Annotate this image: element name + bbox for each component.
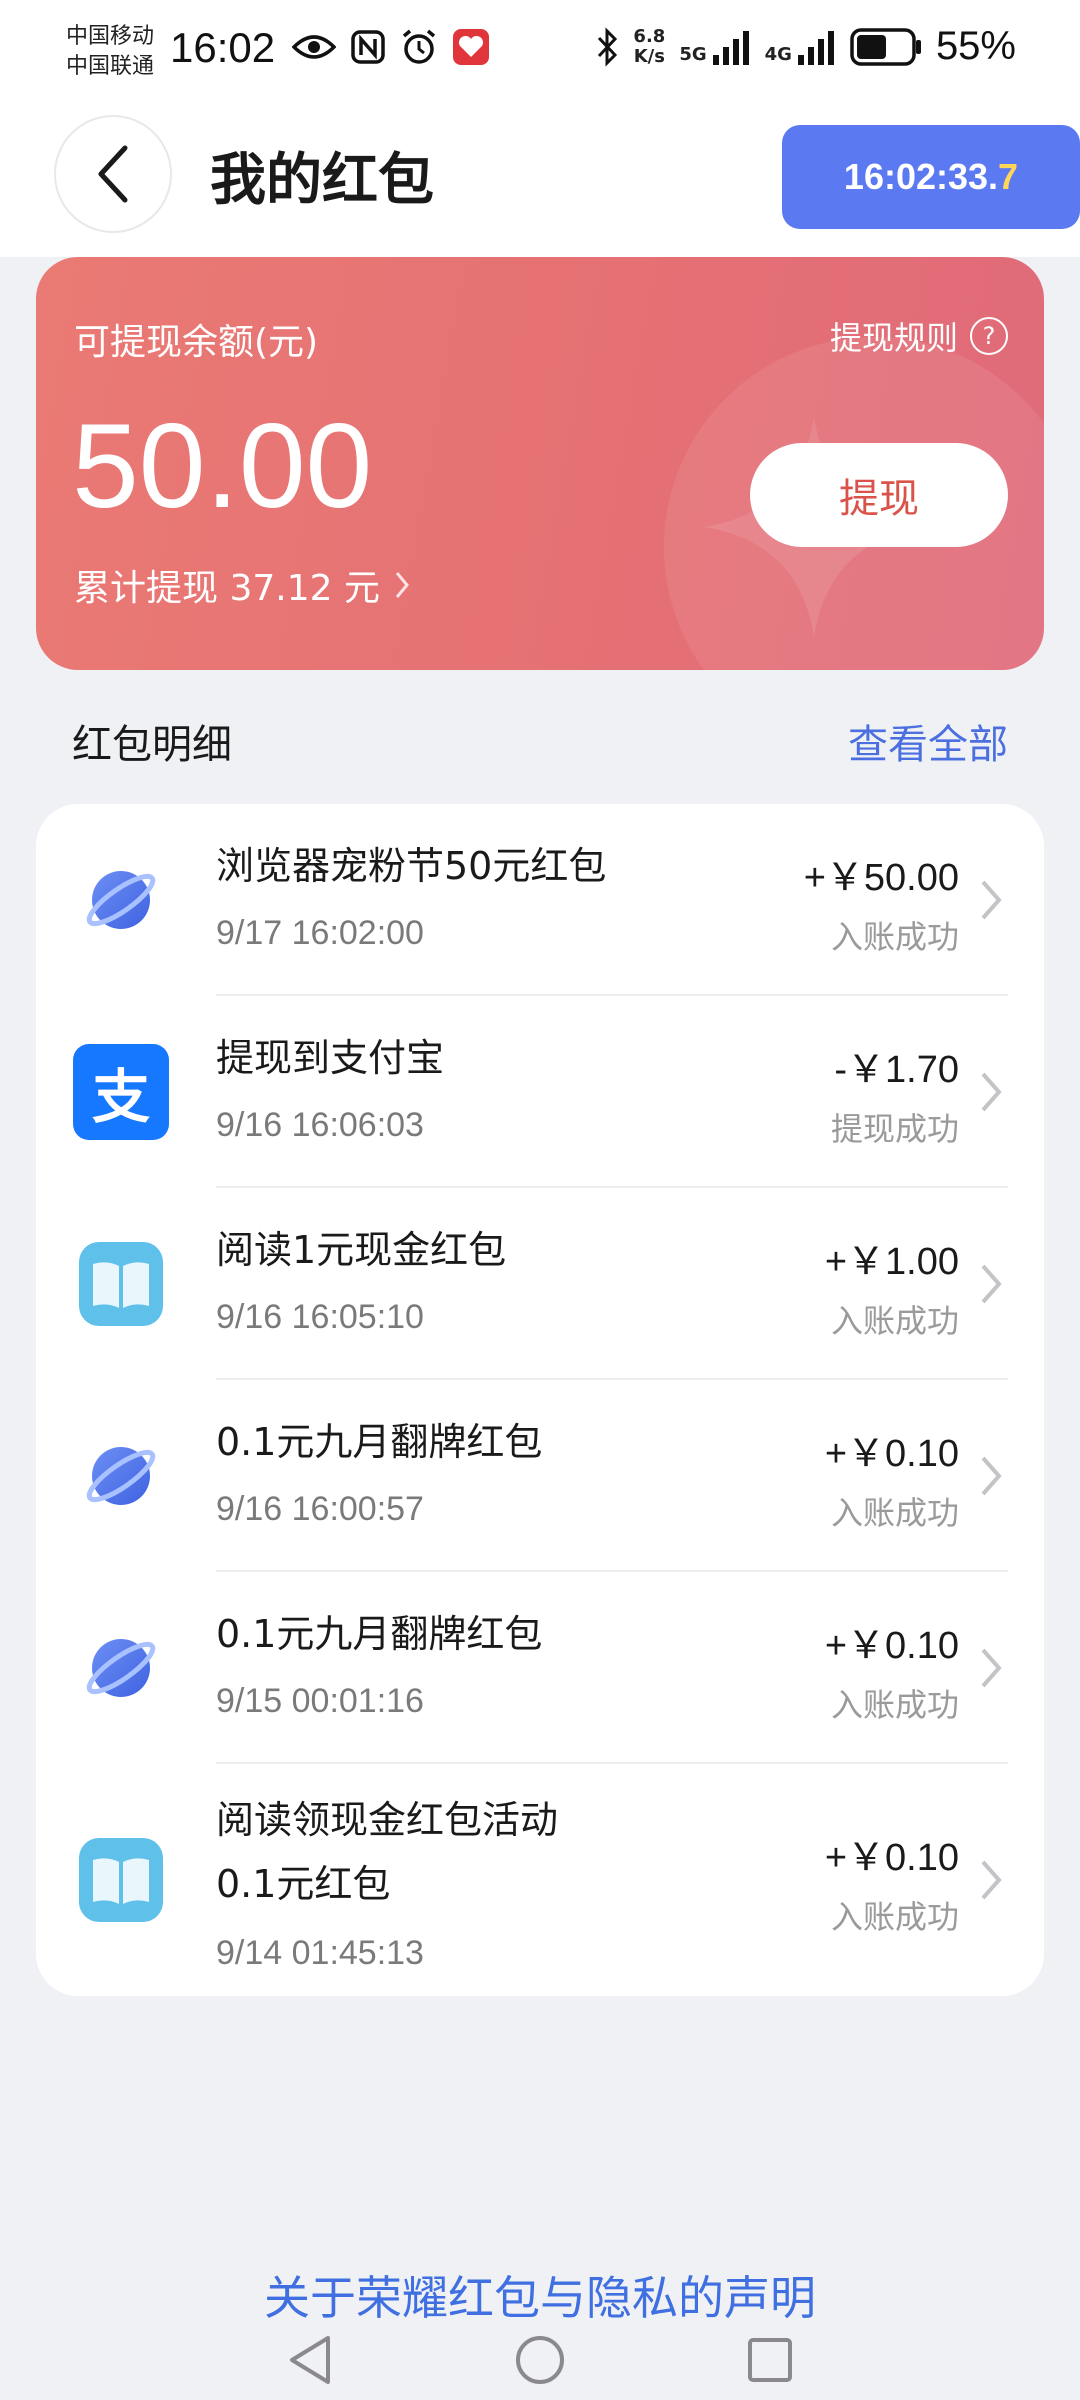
withdraw-button[interactable]: 提现 (750, 443, 1008, 547)
book-icon (72, 1235, 170, 1333)
signal-5g: 5G (679, 29, 750, 65)
item-amount: +￥0.10 (824, 1837, 959, 1879)
balance-card: 可提现余额(元) 提现规则 ? 50.00 累计提现 37.12 元 提现 (36, 257, 1044, 670)
alipay-icon: 支 (72, 1043, 170, 1141)
circle-home-icon (516, 2336, 564, 2384)
item-title-line-1: 阅读领现金红包活动 (216, 1798, 559, 1842)
balance-label: 可提现余额(元) (74, 322, 319, 363)
list-item[interactable]: 浏览器宠粉节50元红包 9/17 16:02:00 +￥50.00 入账成功 (36, 804, 1044, 996)
carrier-1: 中国移动 (66, 24, 155, 49)
item-amount: -￥1.70 (834, 1049, 959, 1091)
item-amount: +￥0.10 (824, 1433, 959, 1475)
net-speed: 6.8 K/s (633, 25, 666, 67)
status-time: 16:02 (170, 24, 276, 71)
item-amount: +￥50.00 (803, 857, 959, 899)
chevron-right-icon (981, 880, 1002, 920)
app-notification-icon (453, 29, 489, 65)
alipay-icon-glyph: 支 (73, 1044, 169, 1140)
item-status: 提现成功 (830, 1110, 959, 1148)
back-button[interactable] (54, 115, 172, 233)
page-title: 我的红包 (210, 148, 434, 213)
signal-bars-icon (712, 30, 749, 65)
item-title: 阅读1元现金红包 (216, 1228, 507, 1272)
chevron-right-icon (981, 1072, 1002, 1112)
item-date: 9/15 00:01:16 (216, 1682, 424, 1720)
view-all-link[interactable]: 查看全部 (848, 712, 1008, 770)
nav-home-button[interactable] (510, 2330, 570, 2390)
time-badge: 16:02:33. 7 (782, 125, 1080, 229)
chevron-right-icon (981, 1860, 1002, 1900)
rules-label: 提现规则 (829, 319, 958, 357)
item-date: 9/16 16:05:10 (216, 1298, 424, 1336)
total-withdrawn-link[interactable]: 累计提现 37.12 元 (74, 559, 410, 611)
item-title: 0.1元九月翻牌红包 (216, 1612, 543, 1656)
chevron-right-icon (981, 1264, 1002, 1304)
item-amount: +￥1.00 (824, 1241, 959, 1283)
item-status: 入账成功 (830, 918, 959, 956)
bluetooth-icon (598, 26, 618, 67)
nav-back-button[interactable] (280, 2330, 340, 2390)
alarm-icon (402, 29, 436, 64)
chevron-right-icon (981, 1456, 1002, 1496)
eye-icon (292, 35, 336, 59)
battery-icon (850, 27, 921, 66)
app-header: 我的红包 16:02:33. 7 (0, 105, 1080, 257)
status-bar: 中国移动 中国联通 16:02 6.8 K/s 5G 4G 55% (0, 0, 1080, 105)
status-icons-left (292, 28, 490, 66)
list-item[interactable]: 0.1元九月翻牌红包 9/15 00:01:16 +￥0.10 入账成功 (36, 1572, 1044, 1764)
carrier-2: 中国联通 (66, 54, 155, 79)
total-withdrawn-text: 累计提现 37.12 元 (74, 568, 380, 609)
planet-icon (72, 1619, 170, 1717)
item-date: 9/14 01:45:13 (216, 1934, 424, 1972)
carrier-info: 中国移动 中国联通 (66, 22, 154, 82)
item-amount: +￥0.10 (824, 1625, 959, 1667)
time-badge-main: 16:02:33. (843, 156, 999, 197)
item-status: 入账成功 (830, 1494, 959, 1532)
withdraw-rules-link[interactable]: 提现规则 ? (830, 313, 1008, 359)
list-item[interactable]: 支 提现到支付宝 9/16 16:06:03 -￥1.70 提现成功 (36, 996, 1044, 1188)
time-badge-ms: 7 (998, 156, 1019, 197)
signal-bars-icon (797, 30, 834, 65)
item-title: 浏览器宠粉节50元红包 (216, 844, 607, 888)
details-list: 浏览器宠粉节50元红包 9/17 16:02:00 +￥50.00 入账成功 支… (36, 804, 1044, 1996)
status-icons-right: 6.8 K/s 5G 4G 55% (595, 24, 1016, 69)
planet-icon (72, 851, 170, 949)
planet-icon (72, 1427, 170, 1525)
question-icon: ? (970, 317, 1008, 355)
list-item[interactable]: 阅读领现金红包活动 0.1元红包 9/14 01:45:13 +￥0.10 入账… (36, 1764, 1044, 1996)
item-date: 9/17 16:02:00 (216, 914, 424, 952)
item-title-line-2: 0.1元红包 (216, 1862, 391, 1906)
signal-4g: 4G (765, 29, 836, 65)
chevron-right-icon (395, 572, 409, 598)
chevron-left-icon (98, 145, 128, 203)
item-title: 0.1元九月翻牌红包 (216, 1420, 543, 1464)
list-item[interactable]: 0.1元九月翻牌红包 9/16 16:00:57 +￥0.10 入账成功 (36, 1380, 1044, 1572)
triangle-back-icon (290, 2336, 330, 2384)
nfc-icon (351, 30, 385, 64)
system-nav-bar (0, 2300, 1080, 2400)
list-item[interactable]: 阅读1元现金红包 9/16 16:05:10 +￥1.00 入账成功 (36, 1188, 1044, 1380)
balance-amount: 50.00 (72, 399, 373, 533)
chevron-right-icon (981, 1648, 1002, 1688)
item-date: 9/16 16:06:03 (216, 1106, 424, 1144)
details-title: 红包明细 (72, 722, 232, 768)
item-status: 入账成功 (830, 1686, 959, 1724)
square-recents-icon (748, 2338, 792, 2382)
item-status: 入账成功 (830, 1898, 959, 1936)
item-date: 9/16 16:00:57 (216, 1490, 424, 1528)
battery-percent: 55% (935, 24, 1016, 68)
nav-recents-button[interactable] (740, 2330, 800, 2390)
item-title: 提现到支付宝 (216, 1036, 445, 1080)
book-icon (72, 1831, 170, 1929)
item-status: 入账成功 (830, 1302, 959, 1340)
